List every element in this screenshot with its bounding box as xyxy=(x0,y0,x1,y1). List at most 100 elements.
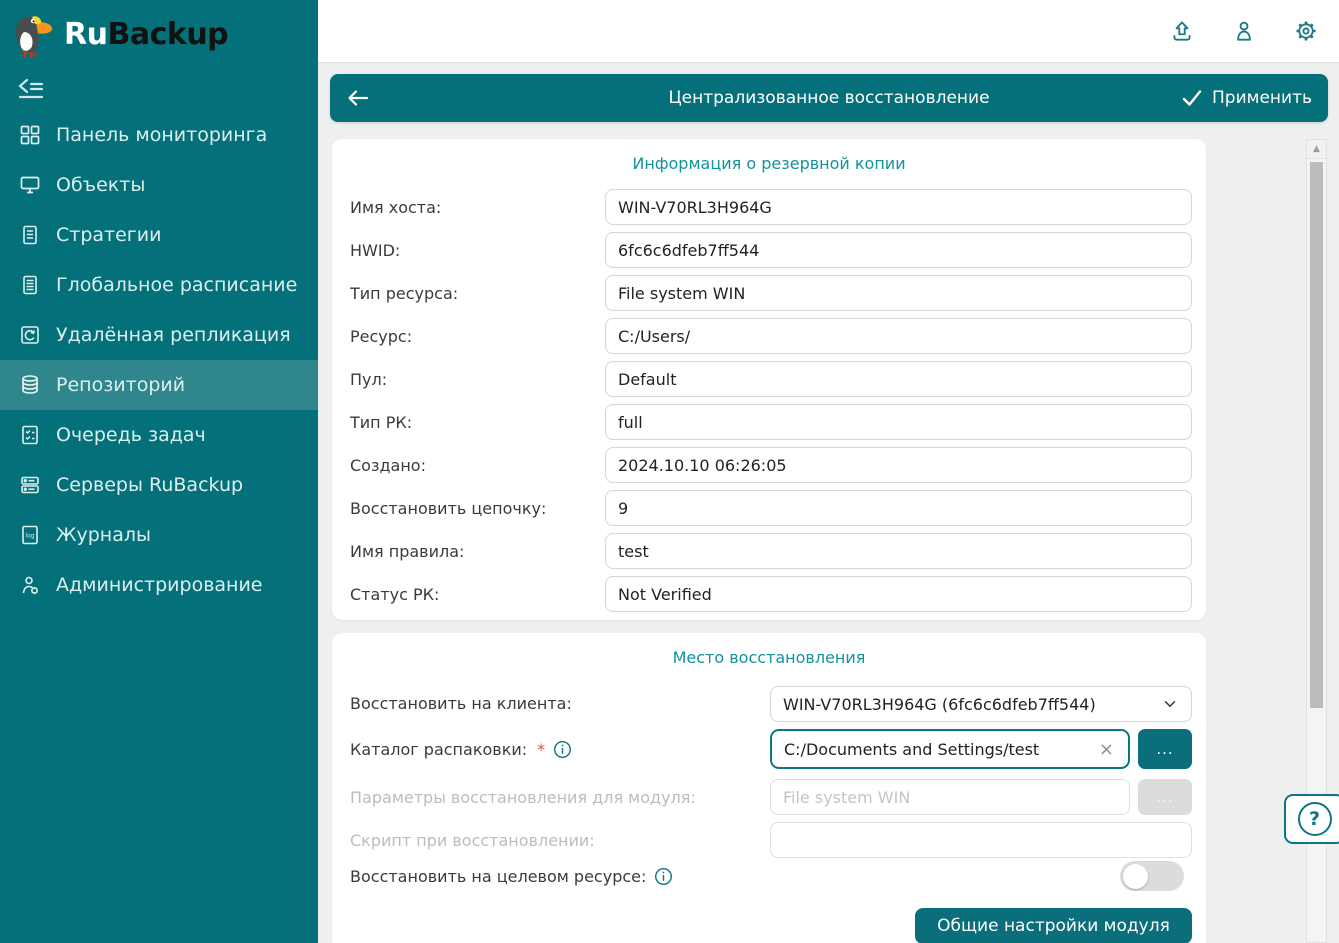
arrow-left-icon xyxy=(345,87,371,109)
sidebar: RuBackup Панель мониторинга Объекты xyxy=(0,0,318,943)
check-icon xyxy=(1181,88,1203,108)
help-button[interactable]: ? xyxy=(1284,794,1339,844)
sidebar-item-label: Серверы RuBackup xyxy=(56,474,243,496)
toucan-logo-icon xyxy=(8,8,54,60)
clear-icon[interactable]: × xyxy=(1095,739,1118,760)
hwid-field[interactable] xyxy=(605,232,1192,268)
app-logo: RuBackup xyxy=(0,0,318,62)
backup-type-field[interactable] xyxy=(605,404,1192,440)
sidebar-item-label: Глобальное расписание xyxy=(56,274,297,296)
created-field[interactable] xyxy=(605,447,1192,483)
unpack-dir-input[interactable]: C:/Documents and Settings/test × xyxy=(770,729,1130,769)
field-label: Восстановить цепочку: xyxy=(350,499,546,518)
repository-icon xyxy=(18,373,42,397)
administration-icon xyxy=(18,573,42,597)
sidebar-item-repository[interactable]: Репозиторий xyxy=(0,360,318,410)
form-row-resource: Ресурс: xyxy=(350,318,1192,354)
scroll-up-button[interactable]: ▲ xyxy=(1307,140,1326,159)
field-label: Ресурс: xyxy=(350,327,412,346)
backup-info-card: Информация о резервной копии Имя хоста: … xyxy=(332,139,1206,620)
remote-replication-icon xyxy=(18,323,42,347)
target-resource-label: Восстановить на целевом ресурсе: xyxy=(350,867,673,886)
browse-unpack-dir-button[interactable]: ... xyxy=(1138,729,1192,769)
top-header xyxy=(318,0,1339,63)
upload-icon[interactable] xyxy=(1169,18,1195,44)
module-settings-button[interactable]: Общие настройки модуля xyxy=(915,908,1192,943)
form-row-hostname: Имя хоста: xyxy=(350,189,1192,225)
sidebar-item-label: Журналы xyxy=(56,524,151,546)
sidebar-item-dashboard[interactable]: Панель мониторинга xyxy=(0,110,318,160)
svg-text:log: log xyxy=(25,533,34,540)
target-resource-toggle[interactable] xyxy=(1120,861,1184,891)
sidebar-item-servers[interactable]: Серверы RuBackup xyxy=(0,460,318,510)
chevron-down-icon xyxy=(1161,695,1179,713)
sidebar-item-label: Объекты xyxy=(56,174,145,196)
field-label: Имя хоста: xyxy=(350,198,441,217)
field-label: HWID: xyxy=(350,241,400,260)
field-label: Имя правила: xyxy=(350,542,464,561)
module-params-input[interactable] xyxy=(770,779,1130,815)
objects-icon xyxy=(18,173,42,197)
unpack-dir-value: C:/Documents and Settings/test xyxy=(784,740,1039,759)
field-label: Пул: xyxy=(350,370,387,389)
dashboard-icon xyxy=(18,123,42,147)
sidebar-item-administration[interactable]: Администрирование xyxy=(0,560,318,610)
info-icon[interactable] xyxy=(654,867,673,886)
restore-script-label: Скрипт при восстановлении: xyxy=(350,831,595,850)
sidebar-item-label: Удалённая репликация xyxy=(56,324,291,346)
sidebar-item-label: Администрирование xyxy=(56,574,263,596)
user-icon[interactable] xyxy=(1231,18,1257,44)
sidebar-item-global-schedule[interactable]: Глобальное расписание xyxy=(0,260,318,310)
form-row-resource-type: Тип ресурса: xyxy=(350,275,1192,311)
form-row-hwid: HWID: xyxy=(350,232,1192,268)
pool-field[interactable] xyxy=(605,361,1192,397)
required-asterisk: * xyxy=(537,740,545,759)
sidebar-item-label: Репозиторий xyxy=(56,374,185,396)
backup-info-title: Информация о резервной копии xyxy=(332,139,1206,173)
scrollbar-thumb[interactable] xyxy=(1310,162,1323,708)
hostname-field[interactable] xyxy=(605,189,1192,225)
strategies-icon xyxy=(18,223,42,247)
restore-client-select[interactable]: WIN-V70RL3H964G (6fc6c6dfeb7ff544) xyxy=(770,686,1192,722)
sidebar-item-label: Панель мониторинга xyxy=(56,124,267,146)
restore-client-label: Восстановить на клиента: xyxy=(350,694,572,713)
sidebar-item-label: Очередь задач xyxy=(56,424,206,446)
sidebar-item-task-queue[interactable]: Очередь задач xyxy=(0,410,318,460)
restore-place-card: Место восстановления Восстановить на кли… xyxy=(332,633,1206,943)
global-schedule-icon xyxy=(18,273,42,297)
settings-icon[interactable] xyxy=(1293,18,1319,44)
toggle-knob xyxy=(1123,864,1148,889)
sidebar-item-remote-replication[interactable]: Удалённая репликация xyxy=(0,310,318,360)
back-button[interactable] xyxy=(330,87,386,109)
question-mark-icon: ? xyxy=(1298,802,1332,836)
brand-text: RuBackup xyxy=(64,17,228,52)
sidebar-item-strategies[interactable]: Стратегии xyxy=(0,210,318,260)
info-icon[interactable] xyxy=(553,740,572,759)
backup-status-field[interactable] xyxy=(605,576,1192,612)
restore-chain-field[interactable] xyxy=(605,490,1192,526)
sidebar-nav: Панель мониторинга Объекты Стратегии Гло… xyxy=(0,110,318,610)
unpack-dir-label: Каталог распаковки:* xyxy=(350,740,572,759)
form-row-restore-chain: Восстановить цепочку: xyxy=(350,490,1192,526)
browse-module-params-button: ... xyxy=(1138,779,1192,815)
form-row-created: Создано: xyxy=(350,447,1192,483)
field-label: Создано: xyxy=(350,456,426,475)
resource-type-field[interactable] xyxy=(605,275,1192,311)
sidebar-item-label: Стратегии xyxy=(56,224,161,246)
restore-client-value: WIN-V70RL3H964G (6fc6c6dfeb7ff544) xyxy=(783,695,1096,714)
form-row-backup-type: Тип РК: xyxy=(350,404,1192,440)
task-queue-icon xyxy=(18,423,42,447)
resource-field[interactable] xyxy=(605,318,1192,354)
sidebar-item-objects[interactable]: Объекты xyxy=(0,160,318,210)
field-label: Статус РК: xyxy=(350,585,439,604)
servers-icon xyxy=(18,473,42,497)
restore-script-input[interactable] xyxy=(770,822,1192,858)
module-params-label: Параметры восстановления для модуля: xyxy=(350,788,696,807)
rule-name-field[interactable] xyxy=(605,533,1192,569)
page-action-bar: Централизованное восстановление Применит… xyxy=(330,74,1328,122)
restore-place-title: Место восстановления xyxy=(332,633,1206,667)
field-label: Тип ресурса: xyxy=(350,284,458,303)
collapse-sidebar-icon[interactable] xyxy=(16,76,46,102)
sidebar-item-logs[interactable]: log Журналы xyxy=(0,510,318,560)
apply-button[interactable]: Применить xyxy=(1165,74,1328,122)
